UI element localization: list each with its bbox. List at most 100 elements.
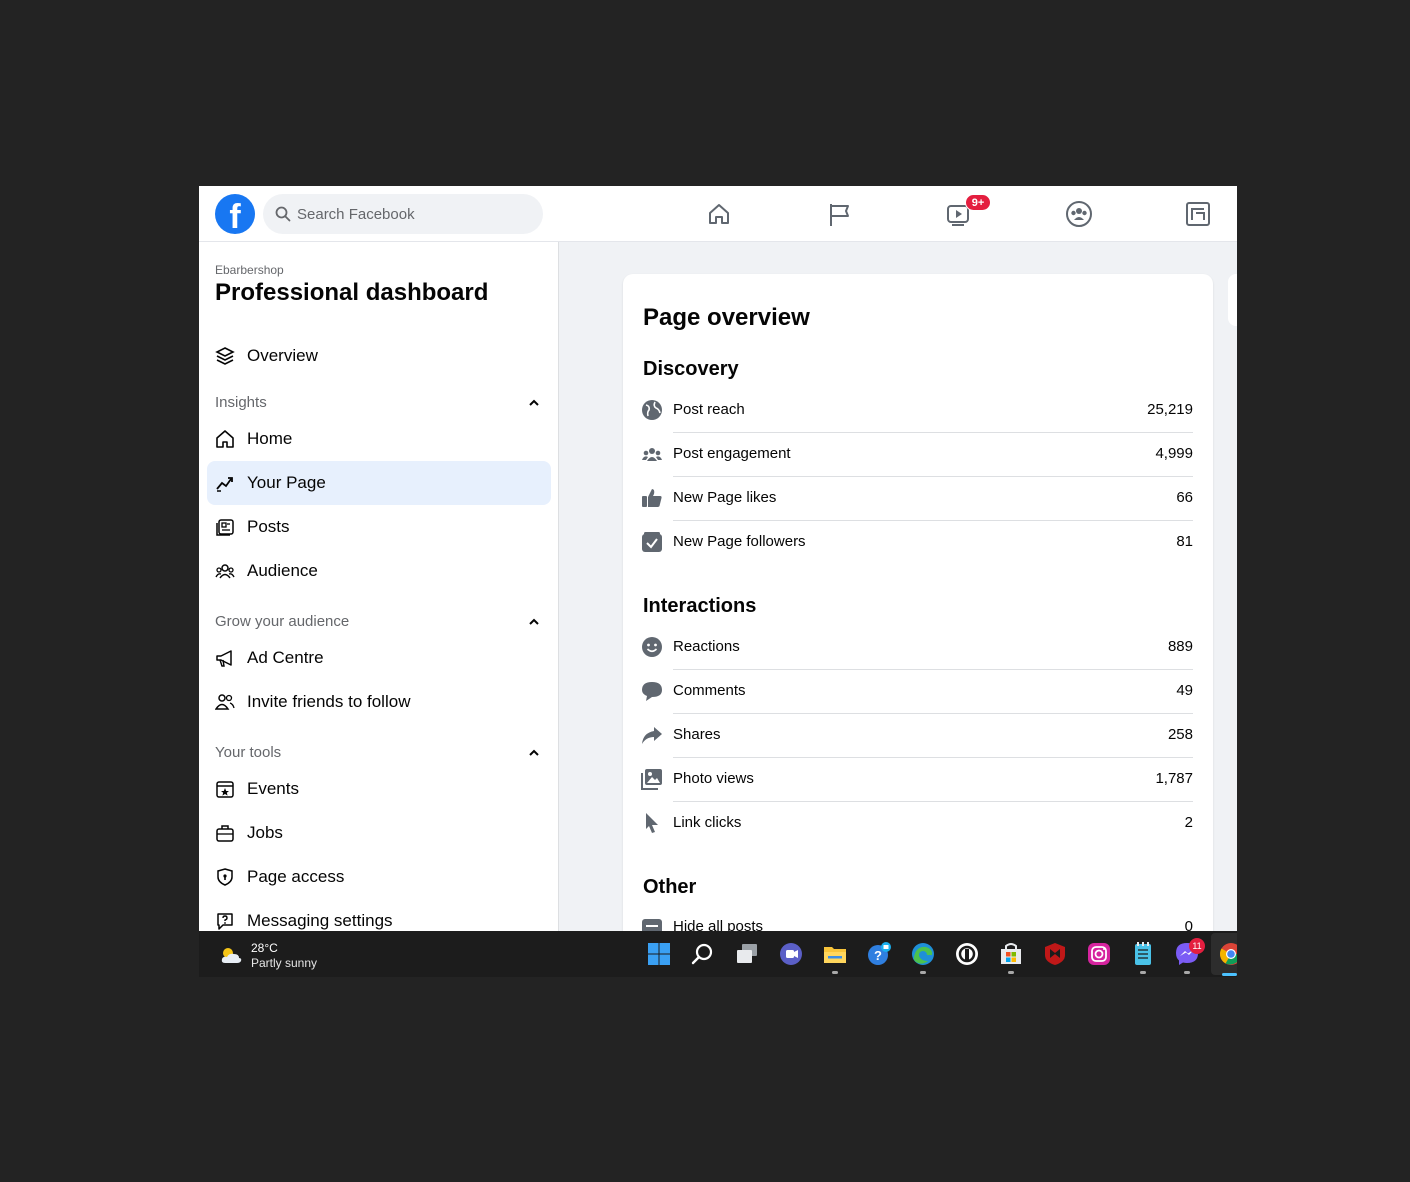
page-name: Ebarbershop [215, 263, 284, 277]
metric-label: Link clicks [673, 814, 742, 831]
sidebar-item-jobs[interactable]: Jobs [207, 811, 551, 855]
weather-widget[interactable]: 28°C Partly sunny [219, 939, 359, 971]
metric-value: 81 [1176, 533, 1193, 550]
section-label: Your tools [215, 744, 282, 761]
chevron-up-icon[interactable] [527, 615, 541, 629]
metric-row-comments[interactable]: Comments 49 [641, 670, 1193, 714]
other-heading: Other [643, 876, 697, 898]
metric-label: Reactions [673, 638, 740, 655]
running-indicator [1008, 971, 1014, 974]
sidebar-item-label: Invite friends to follow [247, 692, 411, 711]
cursor-icon [646, 813, 658, 833]
search-input[interactable] [297, 194, 533, 234]
sidebar-item-label: Your Page [247, 473, 326, 492]
metric-row-reactions[interactable]: Reactions 889 [641, 626, 1193, 670]
comment-icon [642, 682, 662, 701]
section-label: Insights [215, 394, 267, 411]
metric-value: 49 [1176, 682, 1193, 699]
megaphone-icon [216, 650, 232, 667]
metric-value: 1,787 [1155, 770, 1193, 787]
sidebar-item-page-access[interactable]: Page access [207, 855, 551, 899]
card-title: Page overview [643, 304, 810, 331]
section-label: Grow your audience [215, 613, 350, 630]
notification-badge: 11 [1189, 938, 1205, 954]
section-insights[interactable]: Insights [215, 392, 551, 414]
chrome-icon[interactable] [1218, 941, 1237, 967]
sidebar-item-ad-centre[interactable]: Ad Centre [207, 636, 551, 680]
metric-label: New Page followers [673, 533, 806, 550]
metric-row-new-page-likes[interactable]: New Page likes 66 [641, 477, 1193, 521]
sidebar-item-home[interactable]: Home [207, 417, 551, 461]
home-icon[interactable] [705, 200, 735, 230]
metric-row-new-page-followers[interactable]: New Page followers 81 [641, 521, 1193, 565]
svg-text:?: ? [874, 948, 882, 963]
message-question-icon [217, 913, 233, 930]
mcafee-icon[interactable] [1042, 941, 1068, 967]
metric-row-post-engagement[interactable]: Post engagement 4,999 [641, 433, 1193, 477]
invite-people-icon [215, 694, 235, 710]
edge-icon[interactable] [910, 941, 936, 967]
windows-start-icon[interactable] [646, 941, 672, 967]
page-title: Professional dashboard [215, 279, 489, 306]
sidebar-item-invite-friends[interactable]: Invite friends to follow [207, 680, 551, 724]
shield-icon [217, 868, 233, 886]
running-indicator [1140, 971, 1146, 974]
app-icon[interactable] [954, 941, 980, 967]
metric-label: Comments [673, 682, 746, 699]
metric-row-post-reach[interactable]: Post reach 25,219 [641, 389, 1193, 433]
metric-row-link-clicks[interactable]: Link clicks 2 [641, 802, 1193, 846]
file-explorer-icon[interactable] [822, 941, 848, 967]
groups-icon[interactable] [1065, 200, 1095, 230]
facebook-logo-icon[interactable]: f [215, 194, 255, 236]
running-indicator [920, 971, 926, 974]
running-indicator [832, 971, 838, 974]
sidebar-item-label: Home [247, 429, 293, 448]
photo-icon [641, 769, 662, 790]
metric-row-photo-views[interactable]: Photo views 1,787 [641, 758, 1193, 802]
notification-badge: 9+ [965, 194, 991, 211]
posts-icon [216, 519, 234, 536]
sidebar-item-label: Ad Centre [247, 648, 324, 667]
section-grow-audience[interactable]: Grow your audience [215, 611, 551, 633]
sidebar-item-your-page[interactable]: Your Page [207, 461, 551, 505]
sidebar-item-label: Overview [247, 346, 318, 365]
sidebar-item-overview[interactable]: Overview [207, 334, 551, 378]
teams-icon[interactable] [778, 941, 804, 967]
sidebar-item-label: Messaging settings [247, 911, 393, 930]
running-indicator [1184, 971, 1190, 974]
search-box[interactable] [263, 194, 543, 234]
flag-icon[interactable] [826, 200, 856, 230]
sidebar-item-label: Jobs [247, 823, 283, 842]
chevron-up-icon[interactable] [527, 746, 541, 760]
sidebar-item-posts[interactable]: Posts [207, 505, 551, 549]
gaming-icon[interactable] [1184, 200, 1214, 230]
help-icon[interactable]: ? [866, 941, 892, 967]
notepad-icon[interactable] [1130, 941, 1156, 967]
metric-label: New Page likes [673, 489, 777, 506]
search-icon[interactable] [690, 941, 716, 967]
metric-value: 2 [1184, 814, 1193, 831]
sidebar-item-audience[interactable]: Audience [207, 549, 551, 593]
metric-row-shares[interactable]: Shares 258 [641, 714, 1193, 758]
follow-check-icon [642, 532, 662, 552]
metric-value: 66 [1176, 489, 1193, 506]
thumbs-up-icon [642, 489, 662, 507]
layers-icon [215, 347, 235, 365]
calendar-star-icon [216, 781, 234, 798]
trend-icon [216, 477, 233, 492]
metric-label: Photo views [673, 770, 754, 787]
windows-taskbar: 28°C Partly sunny ? 11 [199, 931, 1237, 977]
share-arrow-icon [642, 727, 662, 744]
page-overview-card: Page overview Discovery Post reach 25,21… [623, 274, 1213, 977]
partly-sunny-icon [221, 948, 242, 963]
section-your-tools[interactable]: Your tools [215, 742, 551, 764]
people-icon [642, 448, 662, 461]
browser-screen: f 9+ Ebarbershop Professional dashboard [199, 186, 1237, 977]
instagram-icon[interactable] [1086, 941, 1112, 967]
chevron-up-icon[interactable] [527, 396, 541, 410]
store-icon[interactable] [998, 941, 1024, 967]
metric-label: Post engagement [673, 445, 791, 462]
sidebar-item-events[interactable]: Events [207, 767, 551, 811]
top-navigation-bar: f 9+ [199, 186, 1237, 242]
task-view-icon[interactable] [734, 941, 760, 967]
